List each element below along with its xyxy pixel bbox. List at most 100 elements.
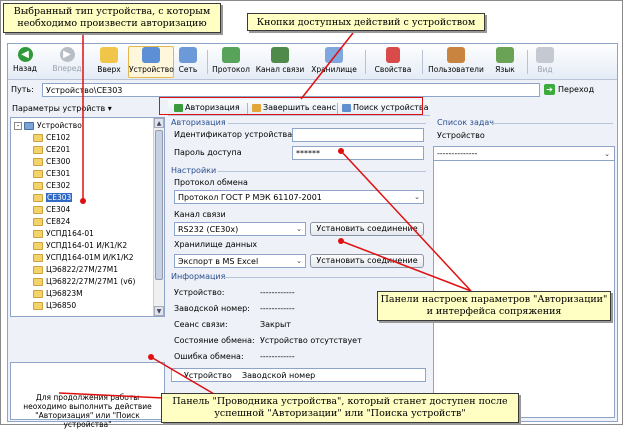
forward-button[interactable]: ▶ Вперед <box>50 46 84 78</box>
tree-item-label: УСПД164-01 И/К1/К2 <box>46 241 128 250</box>
tree-item[interactable]: CE300 <box>33 156 70 167</box>
storage-label: Хранилище данных <box>174 240 258 249</box>
path-input[interactable]: Устройство\CE303 <box>42 83 540 97</box>
device-button[interactable]: Устройство <box>128 46 174 78</box>
tree-item[interactable]: ЦЭ6822/27М/27М1 <box>33 264 118 275</box>
scroll-down-icon[interactable]: ▼ <box>154 306 164 316</box>
scroll-thumb[interactable] <box>155 130 163 280</box>
tree-item[interactable]: CE302 <box>33 180 70 191</box>
tree-item-label: CE824 <box>46 217 71 226</box>
device-id-field[interactable] <box>292 128 424 142</box>
tree-item-label: CE302 <box>46 181 71 190</box>
tree-item[interactable]: УСПД164-01М И/К1/К2 <box>33 252 134 263</box>
channel-label: Канал связи <box>255 65 305 74</box>
chevron-down-icon[interactable]: ⌄ <box>294 256 304 266</box>
chevron-down-icon[interactable]: ⌄ <box>412 192 422 202</box>
device-folder-icon <box>33 266 43 274</box>
toolbar-separator <box>422 50 423 74</box>
section-divider <box>491 123 613 124</box>
device-folder-icon <box>33 242 43 250</box>
explorer-info-box: Для продолжения работы неоходимо выполни… <box>10 362 165 429</box>
tree-item-label: CE201 <box>46 145 71 154</box>
tree-item[interactable]: УСПД164-01 <box>33 228 94 239</box>
protocol-value: Протокол ГОСТ Р МЭК 61107-2001 <box>178 193 322 202</box>
device-folder-icon <box>33 302 43 310</box>
storage-button[interactable]: Хранилище <box>309 46 359 78</box>
protocol-select[interactable]: Протокол ГОСТ Р МЭК 61107-2001 <box>174 190 424 204</box>
tree-item[interactable]: CE301 <box>33 168 70 179</box>
channel-select[interactable]: RS232 (CE30x) <box>174 222 306 236</box>
go-arrow-icon[interactable]: ➔ <box>544 84 555 95</box>
channel-button[interactable]: Канал связи <box>253 46 307 78</box>
tree-item[interactable]: CE303 <box>33 192 73 203</box>
toolbar-separator <box>365 50 366 74</box>
chevron-down-icon[interactable]: ⌄ <box>294 224 304 234</box>
collapse-icon[interactable]: - <box>14 122 22 130</box>
tree-item[interactable]: ЦЭ6850 <box>33 300 76 311</box>
info-section-title: Информация <box>171 272 226 281</box>
device-label: Устройство <box>129 65 174 74</box>
connect-channel-button[interactable]: Установить соединение <box>310 222 424 236</box>
forward-label: Вперед <box>52 64 82 73</box>
protocol-icon <box>222 47 240 63</box>
tree-item-label: УСПД164-01М И/К1/К2 <box>46 253 134 262</box>
tree-item[interactable]: CE824 <box>33 216 70 227</box>
tree-item-label: CE303 <box>46 193 73 202</box>
storage-select[interactable]: Экспорт в MS Excel <box>174 254 306 268</box>
properties-button[interactable]: Свойства <box>370 46 416 78</box>
users-button[interactable]: Пользователи <box>426 46 486 78</box>
info-device-label: Устройство: <box>174 288 225 297</box>
forward-arrow-icon: ▶ <box>59 47 75 62</box>
tree-item[interactable]: ЦЭ6823М <box>33 288 83 299</box>
network-button[interactable]: Сеть <box>176 46 200 78</box>
device-tree: - Устройство CE102 CE201 CE300 CE301 CE302 CE3… <box>10 117 165 317</box>
go-button[interactable]: Переход <box>558 85 594 94</box>
tree-scrollbar[interactable]: ▲ ▼ <box>153 118 164 316</box>
tree-item[interactable]: CE102 <box>33 132 70 143</box>
section-divider <box>228 123 426 124</box>
tree-item[interactable]: CE201 <box>33 144 70 155</box>
folder-up-icon <box>100 47 118 63</box>
section-divider <box>223 277 426 278</box>
protocol-button[interactable]: Протокол <box>211 46 251 78</box>
tasks-device-label: Устройство <box>437 131 485 140</box>
device-folder-icon <box>33 146 43 154</box>
device-folder-icon <box>33 182 43 190</box>
device-folder-icon <box>33 194 43 202</box>
device-folder-icon <box>33 218 43 226</box>
connect-storage-button[interactable]: Установить соединение <box>310 254 424 268</box>
chevron-down-icon[interactable]: ⌄ <box>602 149 612 159</box>
back-label: Назад <box>12 64 37 73</box>
protocol-label: Протокол обмена <box>174 178 248 187</box>
storage-value: Экспорт в MS Excel <box>178 257 259 266</box>
screenshot-frame: ◀ Назад ▶ Вперед Вверх Устройство Сеть П… <box>0 0 623 429</box>
task-device-select[interactable]: -------------- <box>434 147 614 161</box>
up-button[interactable]: Вверх <box>94 46 124 78</box>
settings-pane: Авторизация Идентификатор устройства Пар… <box>168 116 431 422</box>
callout-action-buttons: Кнопки доступных действий с устройством <box>247 13 485 31</box>
password-field[interactable]: ****** <box>292 146 424 160</box>
toolbar-separator <box>207 50 208 74</box>
tree-item[interactable]: CE304 <box>33 204 70 215</box>
tree-root[interactable]: - Устройство <box>14 120 82 131</box>
device-folder-icon <box>33 254 43 262</box>
column-device[interactable]: Устройство <box>184 371 232 380</box>
device-folder-icon <box>33 290 43 298</box>
scroll-up-icon[interactable]: ▲ <box>154 118 164 128</box>
tree-item-label: ЦЭ6822/27М/27М1 <box>46 265 119 274</box>
language-button[interactable]: Язык <box>489 46 521 78</box>
info-error-value: ------------ <box>260 352 295 361</box>
tree-item[interactable]: УСПД164-01 И/К1/К2 <box>33 240 127 251</box>
info-session-label: Сеанс связи: <box>174 320 228 329</box>
tree-item[interactable]: ЦЭ6822/27М/27М1 (v6) <box>33 276 135 287</box>
language-icon <box>496 47 514 63</box>
view-button[interactable]: Вид <box>531 46 559 78</box>
device-params-header[interactable]: Параметры устройств ▾ <box>10 102 165 116</box>
toolbar-separator <box>527 50 528 74</box>
back-button[interactable]: ◀ Назад <box>10 46 40 78</box>
callout-explorer: Панель "Проводника устройства", который … <box>161 393 519 423</box>
tasks-section-title: Список задач <box>437 118 494 127</box>
device-folder-icon <box>33 206 43 214</box>
device-icon <box>142 47 160 63</box>
column-serial[interactable]: Заводской номер <box>242 371 315 380</box>
